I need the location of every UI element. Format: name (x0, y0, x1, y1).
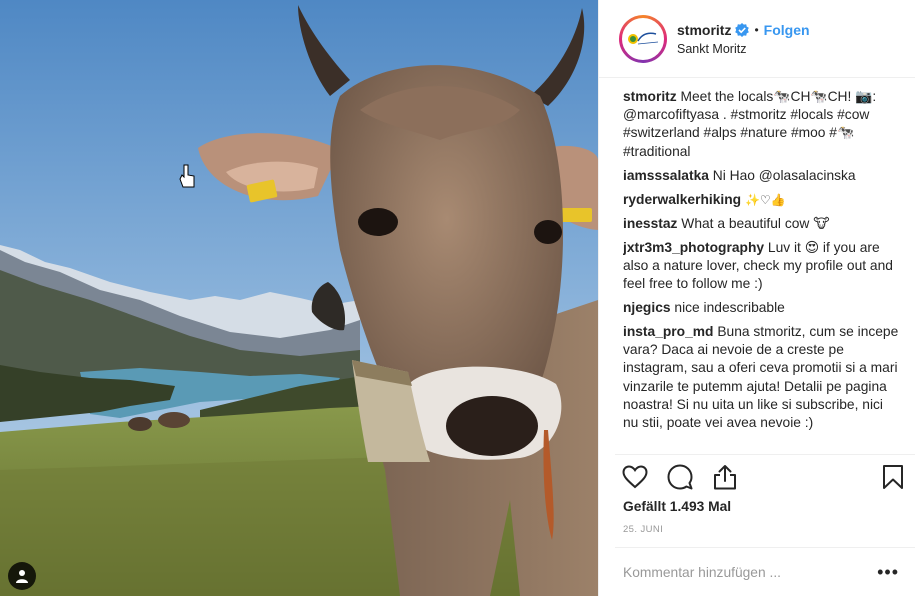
bookmark-icon (883, 465, 903, 489)
post-header: stmoritz • Folgen Sankt Moritz (599, 0, 915, 78)
comment-form: ••• (623, 560, 907, 584)
comment-item: jxtr3m3_photography Luv it 😍 if you are … (623, 239, 901, 294)
comments-list[interactable]: stmoritz Meet the locals🐄CH🐄CH! 📷: @marc… (623, 88, 901, 454)
follow-button[interactable]: Folgen (764, 22, 810, 38)
caption: stmoritz Meet the locals🐄CH🐄CH! 📷: @marc… (623, 88, 901, 161)
share-icon (714, 465, 736, 490)
comment-username[interactable]: insta_pro_md (623, 324, 713, 339)
header-separator: • (754, 22, 759, 37)
comment-text: Buna stmoritz, cum se incepe vara? Daca … (623, 324, 899, 431)
comment-button[interactable] (666, 463, 694, 491)
comment-text: Ni Hao @olasalacinska (712, 167, 856, 183)
divider (615, 454, 915, 455)
comment-bubble-icon (667, 464, 693, 490)
comment-username[interactable]: njegics (623, 300, 671, 315)
post-date[interactable]: 25. JUNI (623, 524, 663, 535)
verified-badge-icon (735, 22, 750, 37)
divider (615, 547, 915, 548)
comment-item: njegics nice indescribable (623, 299, 901, 317)
comment-item: iamsssalatka Ni Hao @olasalacinska (623, 167, 901, 185)
comment-username[interactable]: ryderwalkerhiking (623, 192, 741, 207)
post-photo (0, 0, 598, 596)
header-username[interactable]: stmoritz (677, 22, 731, 38)
comment-username[interactable]: jxtr3m3_photography (623, 240, 764, 255)
person-tag-icon (16, 570, 28, 583)
share-button[interactable] (711, 463, 739, 491)
comment-text: nice indescribable (674, 300, 785, 316)
post-image[interactable] (0, 0, 598, 596)
likes-count[interactable]: Gefällt 1.493 Mal (623, 499, 731, 514)
location-link[interactable]: Sankt Moritz (677, 42, 810, 56)
comment-input[interactable] (623, 564, 878, 580)
avatar[interactable] (622, 17, 664, 60)
comment-item: ryderwalkerhiking ✨♡👍 (623, 191, 901, 209)
comment-item: inesstaz What a beautiful cow 🐮 (623, 215, 901, 233)
action-bar (621, 462, 907, 492)
stmoritz-logo-icon (628, 32, 659, 44)
heart-icon (622, 465, 648, 489)
caption-username[interactable]: stmoritz (623, 89, 677, 104)
comment-item: insta_pro_md Buna stmoritz, cum se incep… (623, 323, 901, 432)
more-options-button[interactable]: ••• (877, 562, 907, 583)
story-ring[interactable] (619, 14, 667, 63)
comment-text: What a beautiful cow 🐮 (681, 215, 830, 231)
post-sidebar: stmoritz • Folgen Sankt Moritz stmoritz … (598, 0, 915, 596)
comment-username[interactable]: inesstaz (623, 216, 677, 231)
comment-username[interactable]: iamsssalatka (623, 168, 709, 183)
save-button[interactable] (879, 463, 907, 491)
like-button[interactable] (621, 463, 649, 491)
comment-text: ✨♡👍 (744, 192, 786, 207)
tag-people-button[interactable] (8, 562, 36, 590)
